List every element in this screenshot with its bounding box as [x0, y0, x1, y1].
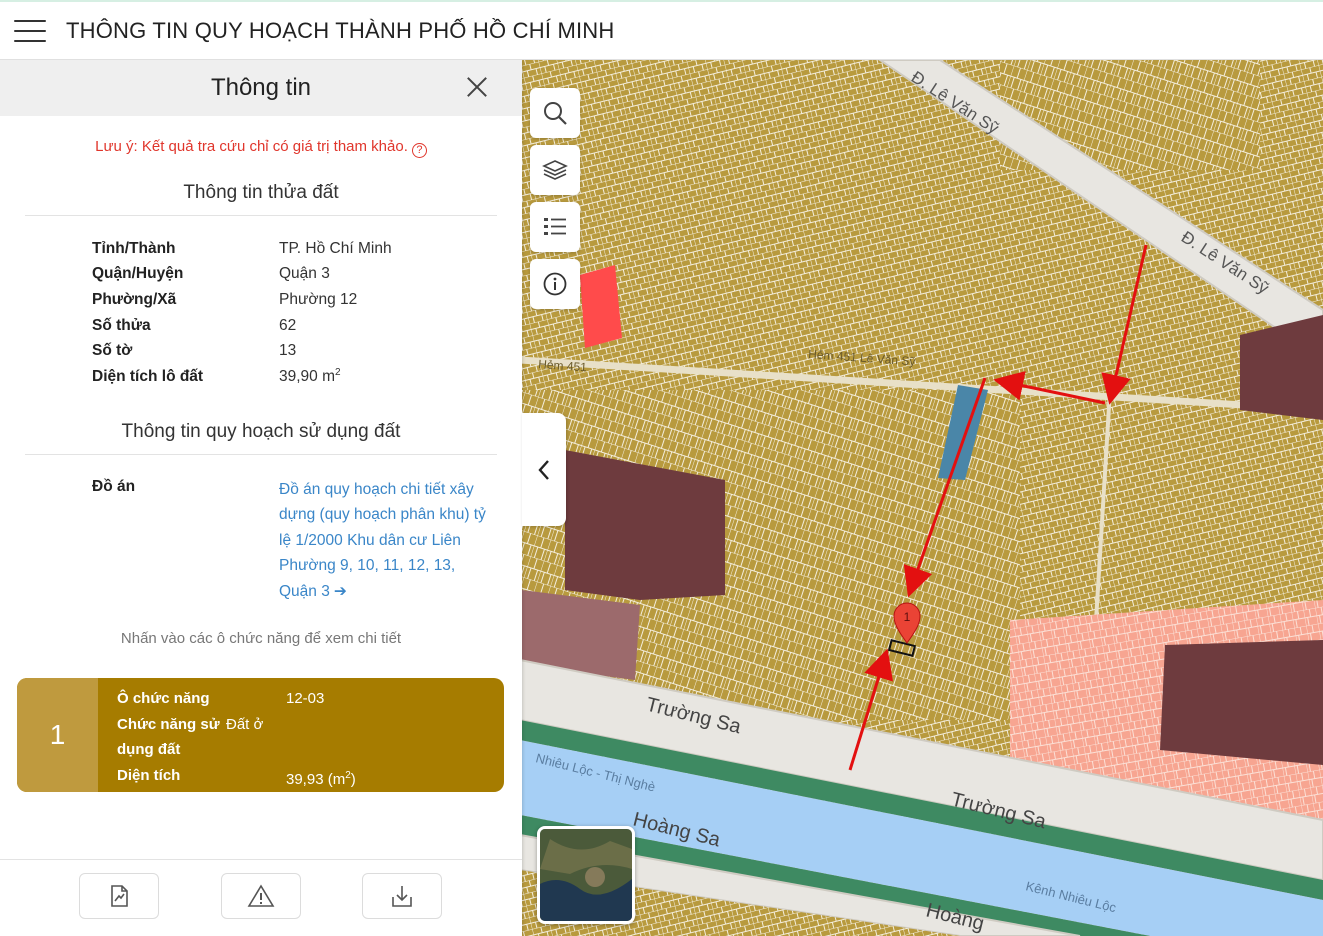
area-unit-sup: 2 [335, 367, 341, 379]
document-button[interactable] [79, 873, 159, 919]
panel-title: Thông tin [210, 74, 312, 101]
download-icon [392, 886, 412, 907]
close-icon[interactable] [466, 76, 488, 98]
help-icon[interactable]: ? [411, 143, 427, 158]
app-header: THÔNG TIN QUY HOẠCH THÀNH PHỐ HỒ CHÍ MIN… [0, 0, 1323, 60]
download-button[interactable] [362, 873, 442, 919]
parcel-row-sheet-number: Số tờ 13 [92, 338, 522, 364]
parcel-row-parcel-number: Số thửa 62 [92, 313, 522, 339]
parcel-row-district: Quận/Huyện Quận 3 [92, 262, 522, 288]
row-value: TP. Hồ Chí Minh [279, 239, 392, 257]
plan-link-text[interactable]: Đồ án quy hoạch chi tiết xây dựng (quy h… [279, 481, 486, 600]
card-number: 1 [17, 678, 98, 792]
parcel-row-area: Diện tích lô đất 39,90 m2 [92, 364, 522, 390]
land-function-card[interactable]: 1 Ô chức năng 12-03 Chức năng sử dụng đấ… [17, 678, 504, 792]
legend-list-button[interactable] [530, 202, 580, 252]
search-button[interactable] [530, 88, 580, 138]
arrow-right-icon: ➔ [333, 582, 347, 600]
parcel-section-title: Thông tin thửa đất [183, 182, 339, 203]
marker-label: 1 [904, 610, 911, 624]
card-key: Ô chức năng [117, 690, 210, 707]
card-area-suffix: ) [350, 770, 356, 788]
plan-link[interactable]: Đồ án quy hoạch chi tiết xây dựng (quy h… [279, 477, 489, 605]
commercial-block-se[interactable] [1160, 640, 1323, 765]
info-panel: Thông tin Lưu ý: Kết quả tra cứu chỉ có … [0, 60, 522, 936]
card-value: Đất ở [226, 715, 264, 733]
divider [25, 453, 497, 455]
card-row-function: Chức năng sử dụng đất Đất ở [117, 712, 356, 763]
panel-header: Thông tin [0, 60, 522, 116]
list-icon [544, 218, 566, 235]
card-value: 39,93 (m2) [286, 763, 356, 792]
collapse-panel-button[interactable] [522, 413, 566, 526]
row-key: Tỉnh/Thành [92, 239, 176, 257]
row-value: 39,90 m2 [279, 367, 341, 386]
card-row-zone: Ô chức năng 12-03 [117, 686, 356, 712]
app-title: THÔNG TIN QUY HOẠCH THÀNH PHỐ HỒ CHÍ MIN… [66, 17, 615, 43]
plan-row: Đồ án Đồ án quy hoạch chi tiết xây dựng … [92, 477, 522, 605]
card-area-value: 39,93 (m [286, 770, 346, 788]
disclaimer-text: Lưu ý: Kết quả tra cứu chỉ có giá trị th… [95, 138, 408, 155]
parcel-row-ward: Phường/Xã Phường 12 [92, 287, 522, 313]
row-value: 62 [279, 316, 297, 334]
search-icon [544, 102, 567, 125]
row-key: Số tờ [92, 342, 133, 360]
area-value: 39,90 m [279, 368, 336, 386]
map-toolbar [530, 88, 580, 316]
card-body: Ô chức năng 12-03 Chức năng sử dụng đất … [98, 678, 356, 792]
row-key: Diện tích lô đất [92, 367, 204, 385]
row-key: Phường/Xã [92, 290, 177, 308]
panel-footer [0, 859, 522, 936]
row-value: Phường 12 [279, 290, 358, 308]
hint-text: Nhấn vào các ô chức năng để xem chi tiết [120, 629, 402, 647]
plan-section-title: Thông tin quy hoạch sử dụng đất [121, 420, 401, 442]
layers-button[interactable] [530, 145, 580, 195]
disclaimer-note: Lưu ý: Kết quả tra cứu chỉ có giá trị th… [0, 138, 522, 158]
parcel-row-province: Tỉnh/Thành TP. Hồ Chí Minh [92, 236, 522, 262]
document-icon [111, 885, 128, 907]
row-key: Quận/Huyện [92, 265, 184, 283]
report-warning-button[interactable] [221, 873, 301, 919]
plan-key: Đồ án [92, 477, 136, 495]
info-icon [543, 272, 567, 296]
info-button[interactable] [530, 259, 580, 309]
divider [25, 215, 497, 216]
menu-icon[interactable] [14, 19, 46, 42]
warning-icon [247, 884, 275, 907]
chevron-left-icon [538, 459, 549, 480]
parcel-info-list: Tỉnh/Thành TP. Hồ Chí Minh Quận/Huyện Qu… [92, 236, 522, 390]
row-key: Số thửa [92, 316, 151, 334]
layers-icon [542, 160, 568, 180]
row-value: Quận 3 [279, 265, 330, 283]
satellite-thumbnail-icon [540, 829, 632, 921]
card-key: Diện tích [117, 766, 181, 784]
card-value: 12-03 [286, 690, 325, 707]
card-row-area: Diện tích 39,93 (m2) [117, 763, 356, 792]
row-value: 13 [279, 342, 297, 360]
satellite-toggle[interactable] [537, 826, 635, 924]
highlighted-parcel-red[interactable] [580, 265, 622, 348]
